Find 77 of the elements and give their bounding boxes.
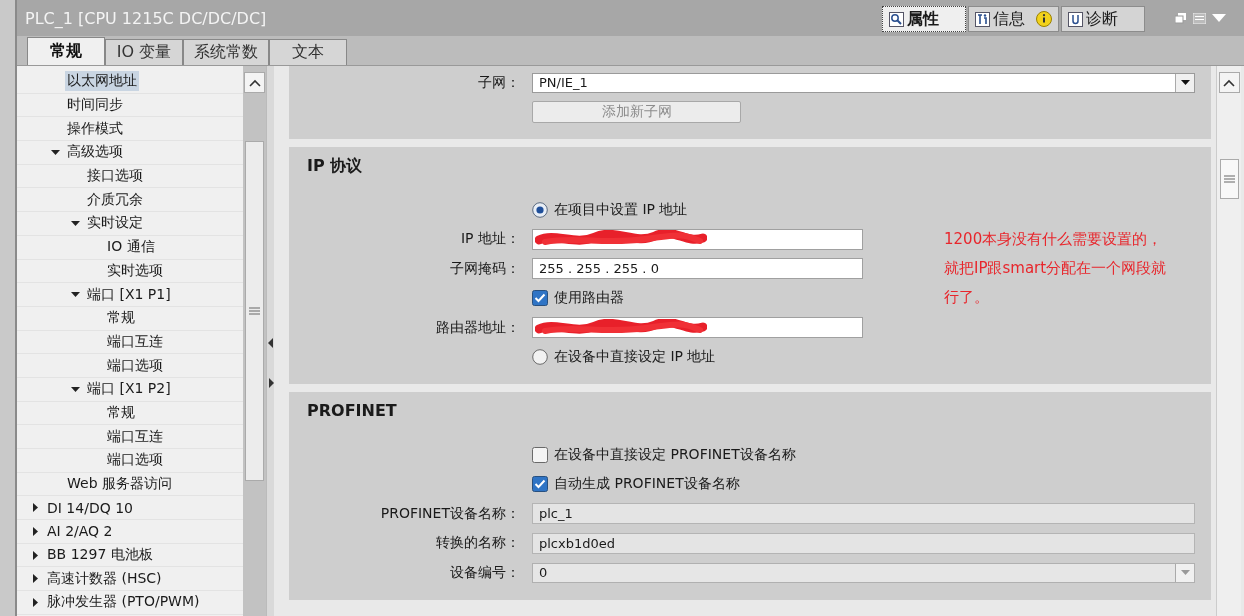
scrollbar-thumb[interactable] (245, 141, 264, 481)
section-title: PROFINET (306, 400, 398, 422)
tree-item[interactable]: IO 通信 (105, 237, 157, 258)
tree-item[interactable]: 介质冗余 (85, 189, 145, 210)
tree-item[interactable]: 端口选项 (105, 450, 165, 471)
window-title: PLC_1 [CPU 1215C DC/DC/DC] (25, 8, 268, 28)
annotation-note: 1200本身没有什么需要设置的，就把IP跟smart分配在一个网段就行了。 (944, 229, 1168, 308)
inspector-tab[interactable]: 诊断 (1061, 6, 1145, 32)
caret-up-icon (248, 78, 261, 87)
input-field[interactable] (532, 317, 863, 339)
expanded-toggle-icon[interactable] (71, 218, 80, 228)
radio-option[interactable]: 在设备中直接设定 IP 地址 (532, 348, 716, 367)
tree-item[interactable]: 常规 (105, 308, 137, 329)
tree-item[interactable]: 高速计数器 (HSC) (45, 568, 164, 589)
checkbox-option[interactable]: 在设备中直接设定 PROFINET设备名称 (532, 445, 796, 464)
tree-item[interactable]: 高级选项 (65, 142, 125, 163)
tree-item[interactable]: 以太网地址 (65, 71, 139, 92)
collapsed-toggle-icon[interactable] (31, 597, 40, 607)
tree-item[interactable]: 时间同步 (65, 95, 125, 116)
field-label: PROFINET设备名称： (380, 504, 520, 521)
diagnostics-icon (1068, 11, 1083, 27)
collapsed-toggle-icon[interactable] (31, 503, 40, 513)
expanded-toggle-icon[interactable] (71, 290, 80, 300)
checkbox-option[interactable]: 使用路由器 (532, 289, 624, 308)
tab[interactable]: 常规 (27, 37, 105, 65)
tab[interactable]: 系统常数 (183, 39, 269, 65)
caret-icon (1180, 570, 1190, 576)
field-label: 设备编号： (450, 563, 520, 580)
checkbox-icon[interactable] (532, 476, 548, 493)
scrollbar-thumb[interactable] (1219, 159, 1239, 199)
checkbox-option[interactable]: 自动生成 PROFINET设备名称 (532, 475, 740, 494)
tree-item[interactable]: 常规 (105, 402, 137, 423)
input-field[interactable]: 255 . 255 . 255 . 0 (532, 258, 863, 280)
checkbox-icon[interactable] (532, 446, 548, 463)
tree-item[interactable]: BB 1297 电池板 (45, 545, 155, 566)
expanded-toggle-icon[interactable] (51, 147, 60, 157)
tree-item[interactable]: 脉冲发生器 (PTO/PWM) (45, 592, 202, 613)
tree-item[interactable]: 实时设定 (85, 213, 145, 234)
tab[interactable]: IO 变量 (105, 39, 183, 65)
caret-icon (1180, 80, 1190, 86)
field-label: IP 地址： (460, 230, 520, 247)
tree-item[interactable]: 端口互连 (105, 331, 165, 352)
collapsed-toggle-icon[interactable] (31, 574, 40, 584)
field-label: 转换的名称： (436, 534, 520, 551)
search-icon (889, 11, 904, 27)
radio-icon[interactable] (532, 201, 548, 218)
tree-item[interactable]: 端口互连 (105, 426, 165, 447)
tree-item[interactable]: AI 2/AQ 2 (45, 522, 115, 541)
tree-item[interactable]: 操作模式 (65, 118, 125, 139)
field-label: 子网： (478, 73, 520, 90)
section-title: IP 协议 (306, 155, 364, 177)
caret-up-icon (1223, 78, 1235, 87)
tree-item[interactable]: 接口选项 (85, 166, 145, 187)
radio-icon[interactable] (532, 349, 548, 366)
info-list-icon (975, 11, 990, 27)
tree-item[interactable]: 端口 [X1 P2] (85, 379, 173, 400)
scroll-up-button[interactable] (1218, 72, 1240, 93)
inspector-tab[interactable]: 属性 (882, 6, 966, 32)
radio-option[interactable]: 在项目中设置 IP 地址 (532, 200, 688, 219)
tree-item[interactable]: DI 14/DQ 10 (45, 498, 135, 517)
tab[interactable]: 文本 (269, 39, 347, 65)
input-field[interactable] (532, 228, 863, 250)
inspector-tab[interactable]: 信息 (968, 6, 1059, 32)
scroll-up-button[interactable] (244, 72, 265, 93)
collapsed-toggle-icon[interactable] (31, 550, 40, 560)
info-icon (1036, 11, 1052, 27)
collapsed-toggle-icon[interactable] (31, 526, 40, 536)
field-label: 子网掩码： (450, 259, 520, 276)
expanded-toggle-icon[interactable] (71, 384, 80, 394)
field-label: 路由器地址： (436, 318, 520, 335)
tree-item[interactable]: Web 服务器访问 (65, 474, 174, 495)
restore-icon[interactable] (1175, 12, 1187, 24)
tree-item[interactable]: 实时选项 (105, 260, 165, 281)
tree-item[interactable]: 端口 [X1 P1] (85, 284, 173, 305)
checkbox-icon[interactable] (532, 290, 548, 307)
tree-item[interactable]: 端口选项 (105, 355, 165, 376)
dropdown-field[interactable]: PN/IE_1 (532, 72, 1195, 93)
